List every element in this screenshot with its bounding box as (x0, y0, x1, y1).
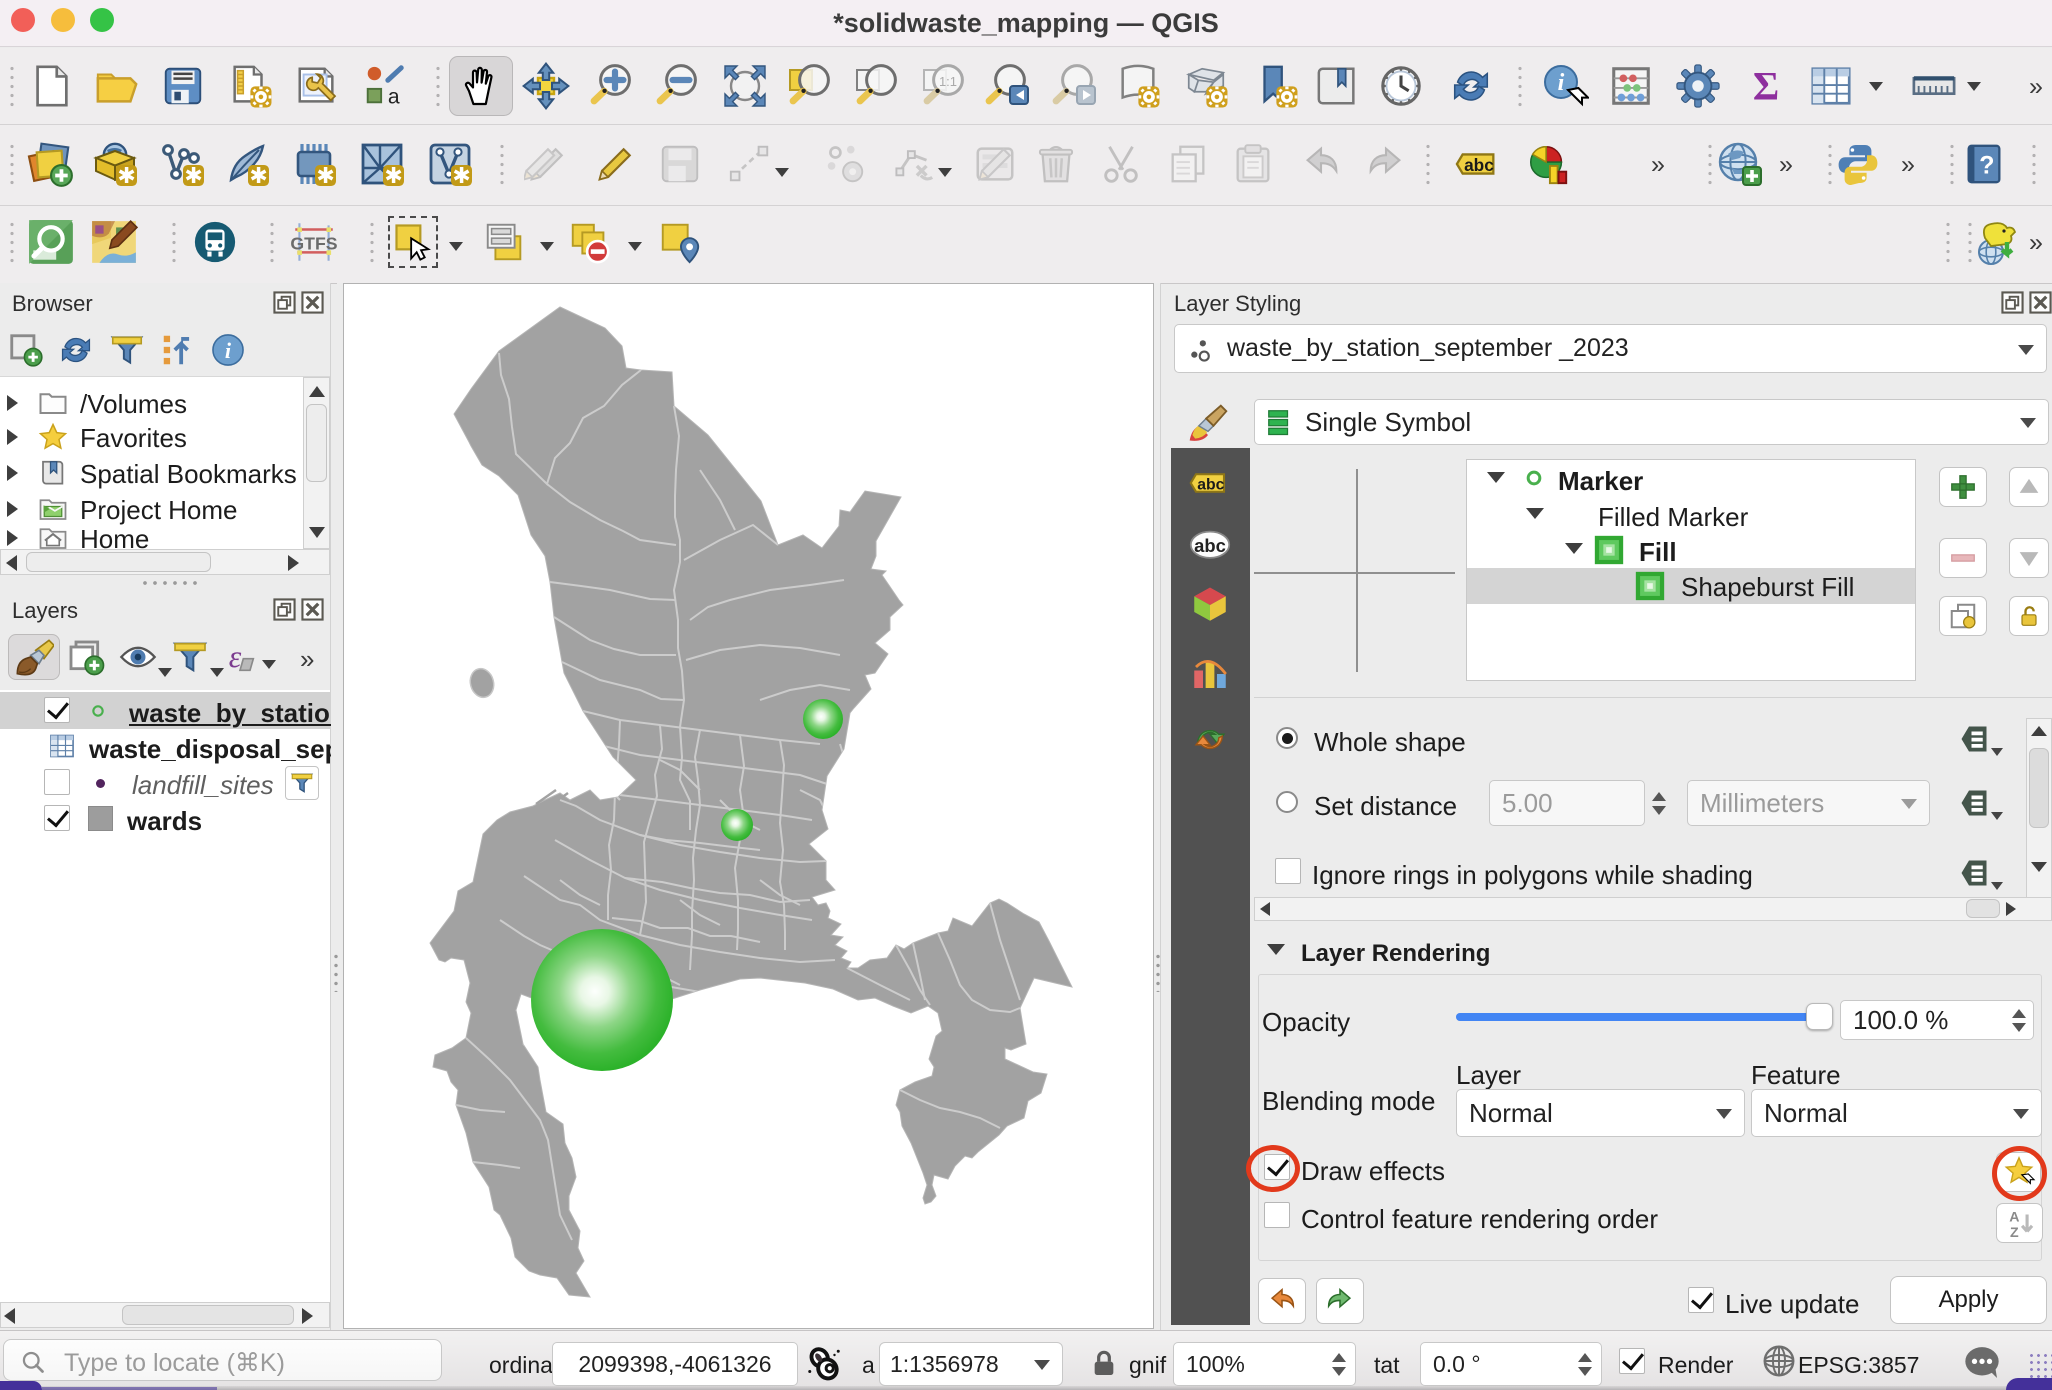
svg-text:Σ: Σ (1753, 63, 1779, 108)
svg-text:✱: ✱ (384, 163, 402, 188)
svg-text:i: i (1558, 70, 1565, 96)
svg-text:?: ? (1979, 152, 1994, 180)
svg-text:Z: Z (2010, 1225, 2019, 1240)
svg-text:1:1: 1:1 (939, 74, 957, 89)
svg-text:»: » (1779, 150, 1793, 178)
svg-text:»: » (2029, 72, 2043, 100)
svg-text:✱: ✱ (249, 163, 267, 188)
svg-text:a: a (388, 85, 400, 108)
svg-text:A: A (2009, 1210, 2019, 1226)
svg-text:»: » (2029, 228, 2043, 256)
svg-text:»: » (1901, 150, 1915, 178)
svg-text:✱: ✱ (316, 163, 334, 188)
svg-text:abc: abc (1194, 535, 1226, 556)
svg-text:✱: ✱ (117, 163, 135, 188)
svg-text:✱: ✱ (452, 163, 470, 188)
svg-text:abc: abc (1464, 155, 1494, 175)
svg-text:GTFS: GTFS (290, 233, 337, 253)
svg-text:✱: ✱ (184, 163, 202, 188)
svg-text:i: i (225, 338, 232, 363)
svg-text:»: » (1651, 150, 1665, 178)
svg-text:abc: abc (1197, 476, 1224, 493)
